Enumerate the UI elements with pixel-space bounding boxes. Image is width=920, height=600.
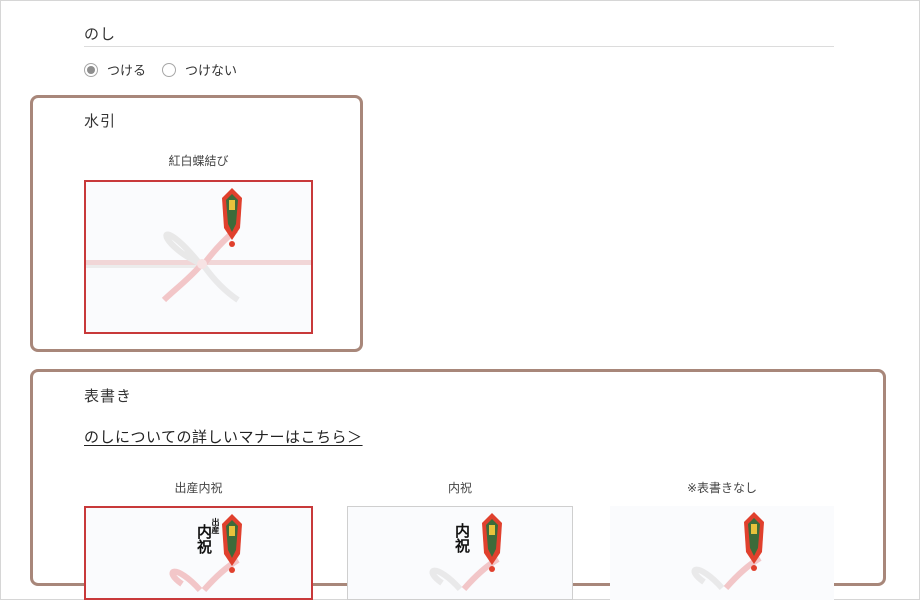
omotegaki-option-shussan-uchiiwai[interactable]: 出産 内祝 <box>84 506 313 600</box>
noshi-ribbon-image <box>429 513 502 592</box>
ribbon-band-white <box>86 265 201 268</box>
bow-tail-left-red <box>161 264 203 303</box>
radio-selected-dot <box>87 65 95 74</box>
bow-tail-right-white <box>201 264 240 303</box>
noshi-section-title: のし <box>84 25 117 43</box>
mizuhiki-option-label: 紅白蝶結び <box>168 154 229 168</box>
omotegaki-option-3-label: ※表書きなし <box>686 481 758 495</box>
noshi-ornament <box>482 513 502 572</box>
noshi-ribbon-image <box>691 512 764 591</box>
omotegaki-option-2-label: 内祝 <box>447 481 472 495</box>
omotegaki-section-title: 表書き <box>84 387 133 405</box>
radio-no-attach-label[interactable]: つけない <box>185 60 237 79</box>
noshi-manners-link[interactable]: のしについての詳しいマナーはこちら＞ <box>84 426 363 447</box>
noshi-ribbon-image <box>169 514 242 593</box>
omotegaki-option-none[interactable] <box>610 506 834 600</box>
mizuhiki-section-title: 水引 <box>84 112 117 130</box>
radio-attach[interactable] <box>84 62 98 77</box>
noshi-ribbon-image <box>86 188 311 303</box>
noshi-ornament <box>222 514 242 573</box>
omotegaki-main-text: 内祝 <box>195 524 213 554</box>
radio-attach-label[interactable]: つける <box>107 60 146 79</box>
bow-knot <box>197 259 207 269</box>
omotegaki-option-1-label: 出産内祝 <box>174 481 223 495</box>
section-divider <box>84 46 834 47</box>
bow-loop-left-white <box>163 231 203 267</box>
omotegaki-main-text: 内祝 <box>453 523 471 553</box>
radio-no-attach[interactable] <box>162 62 177 77</box>
noshi-radio-group: つける つけない <box>84 60 253 79</box>
noshi-ornament <box>744 512 764 571</box>
omotegaki-option-uchiiwai[interactable]: 内祝 <box>347 506 573 600</box>
omotegaki-small-text: 出産 <box>211 518 221 534</box>
mizuhiki-option-kohaku-chomusubi[interactable] <box>84 180 313 334</box>
